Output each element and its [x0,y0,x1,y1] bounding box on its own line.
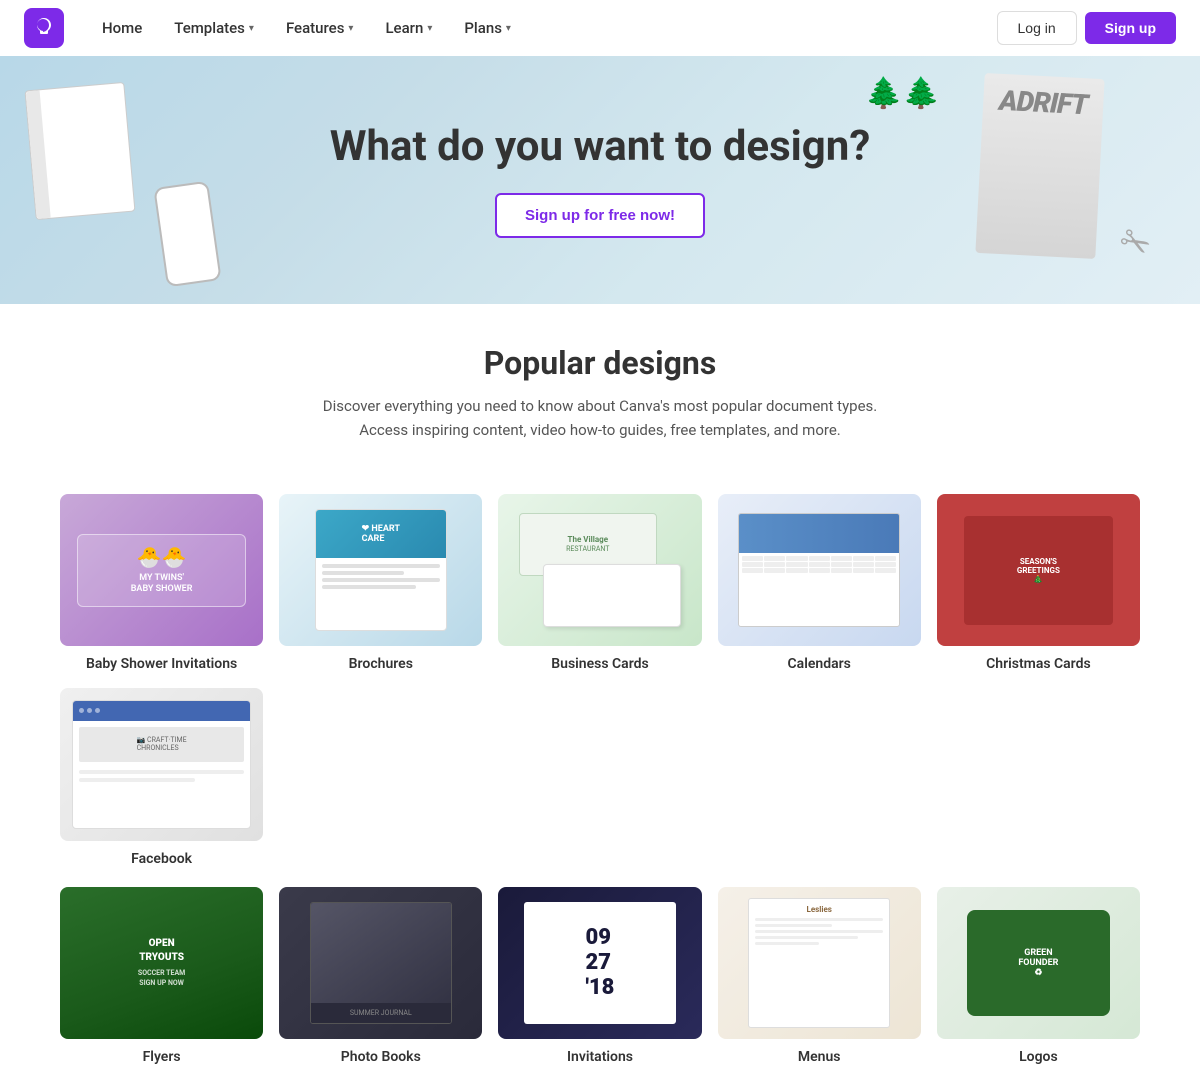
design-thumb-facebook: 📷 CRAFT·TIMECHRONICLES [60,688,263,840]
design-card-brochures[interactable]: ❤ HEARTCARE Brochures [279,494,482,672]
nav-features[interactable]: Features ▾ [272,11,368,45]
design-card-calendars[interactable]: Calendars [718,494,921,672]
deco-cones-icon: 🌲🌲 [865,76,940,111]
deco-scissors-icon: ✂ [1111,217,1158,268]
deco-notebook [25,82,136,220]
design-card-business-cards[interactable]: The VillageRESTAURANT Business Cards [498,494,701,672]
nav-home[interactable]: Home [88,11,156,45]
design-thumb-photo-books: SUMMER JOURNAL [279,887,482,1039]
nav-learn[interactable]: Learn ▾ [371,11,446,45]
design-card-invitations[interactable]: 0927'18 Invitations [498,887,701,1065]
design-thumb-business-cards: The VillageRESTAURANT [498,494,701,646]
design-thumb-calendars [718,494,921,646]
hero-section: 🌲🌲 ADRIFT ✂ What do you want to design? … [0,56,1200,304]
design-label-invitations: Invitations [567,1049,633,1065]
design-label-business-cards: Business Cards [551,656,648,672]
deco-magazine: ADRIFT [975,73,1104,259]
design-thumb-brochures: ❤ HEARTCARE [279,494,482,646]
design-thumb-christmas-cards: SEASON'SGREETINGS🎄 [937,494,1140,646]
nav-templates[interactable]: Templates ▾ [160,11,268,45]
design-card-christmas-cards[interactable]: SEASON'SGREETINGS🎄 Christmas Cards [937,494,1140,672]
design-card-logos[interactable]: GREENFOUNDER♻ Logos [937,887,1140,1065]
templates-chevron-icon: ▾ [249,23,254,34]
popular-title: Popular designs [60,344,1140,382]
design-label-christmas-cards: Christmas Cards [986,656,1091,672]
design-label-logos: Logos [1019,1049,1058,1065]
design-label-calendars: Calendars [788,656,851,672]
navbar: Home Templates ▾ Features ▾ Learn ▾ Plan… [0,0,1200,56]
design-grid-row1: 🐣🐣 MY TWINS'BABY SHOWER Baby Shower Invi… [0,494,1200,887]
design-thumb-invitations: 0927'18 [498,887,701,1039]
design-thumb-flyers: OPENTRYOUTS SOCCER TEAMSIGN UP NOW [60,887,263,1039]
hero-title: What do you want to design? [330,122,870,172]
design-label-flyers: Flyers [143,1049,181,1065]
plans-chevron-icon: ▾ [506,23,511,34]
design-thumb-baby-shower: 🐣🐣 MY TWINS'BABY SHOWER [60,494,263,646]
nav-logo[interactable] [24,8,64,48]
design-label-baby-shower: Baby Shower Invitations [86,656,237,672]
nav-plans[interactable]: Plans ▾ [450,11,525,45]
design-card-baby-shower[interactable]: 🐣🐣 MY TWINS'BABY SHOWER Baby Shower Invi… [60,494,263,672]
design-card-photo-books[interactable]: SUMMER JOURNAL Photo Books [279,887,482,1065]
hero-cta-button[interactable]: Sign up for free now! [495,193,705,238]
design-label-photo-books: Photo Books [341,1049,421,1065]
design-card-flyers[interactable]: OPENTRYOUTS SOCCER TEAMSIGN UP NOW Flyer… [60,887,263,1065]
design-grid-row2: OPENTRYOUTS SOCCER TEAMSIGN UP NOW Flyer… [0,887,1200,1085]
design-label-brochures: Brochures [349,656,413,672]
design-label-menus: Menus [798,1049,841,1065]
login-button[interactable]: Log in [997,11,1077,45]
design-label-facebook: Facebook [131,851,192,867]
features-chevron-icon: ▾ [348,23,353,34]
popular-section: Popular designs Discover everything you … [0,304,1200,494]
learn-chevron-icon: ▾ [427,23,432,34]
deco-phone [153,181,221,288]
design-card-menus[interactable]: Leslies Menus [718,887,921,1065]
design-thumb-menus: Leslies [718,887,921,1039]
popular-desc: Discover everything you need to know abo… [300,394,900,442]
design-card-facebook[interactable]: 📷 CRAFT·TIMECHRONICLES Facebook [60,688,263,866]
design-thumb-logos: GREENFOUNDER♻ [937,887,1140,1039]
hero-content: What do you want to design? Sign up for … [330,122,870,237]
signup-button[interactable]: Sign up [1085,12,1176,44]
